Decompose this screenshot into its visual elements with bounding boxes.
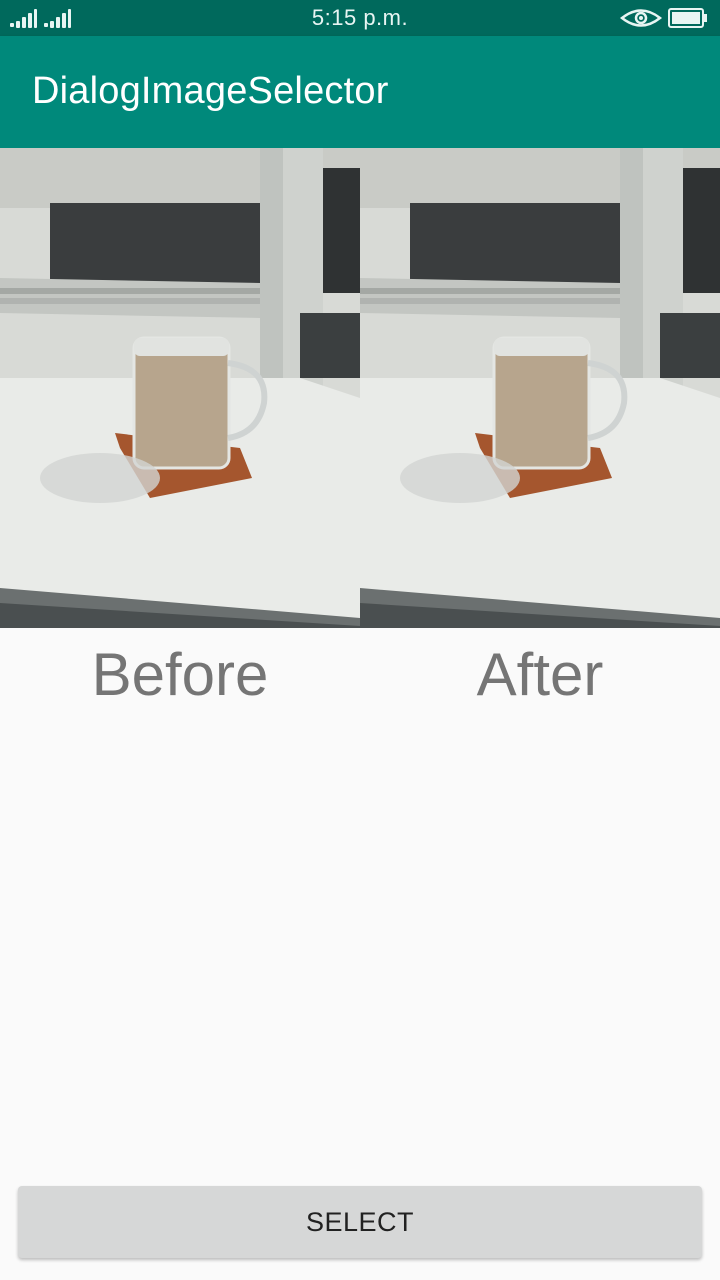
status-bar: 5:15 p.m.	[0, 0, 720, 36]
eye-icon	[620, 9, 662, 27]
app-bar: DialogImageSelector	[0, 36, 720, 148]
status-time: 5:15 p.m.	[311, 5, 409, 30]
app-title: DialogImageSelector	[32, 70, 389, 112]
before-image	[0, 148, 360, 628]
battery-icon	[668, 8, 707, 28]
select-button[interactable]: SELECT	[18, 1186, 702, 1258]
after-label: After	[476, 641, 604, 708]
coffee-mug-photo	[0, 148, 360, 628]
after-image	[360, 148, 720, 628]
before-label: Before	[91, 641, 269, 708]
image-row	[0, 148, 720, 628]
coffee-mug-photo	[360, 148, 720, 628]
